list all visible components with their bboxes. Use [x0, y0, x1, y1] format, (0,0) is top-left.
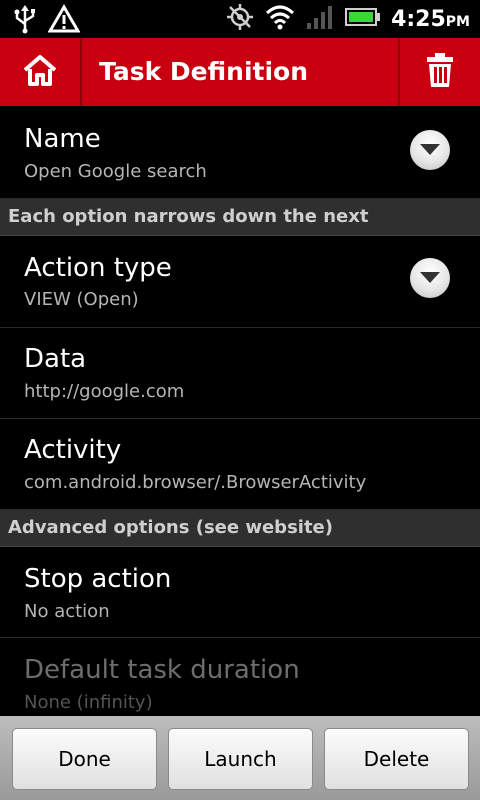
name-row[interactable]: Name Open Google search — [0, 106, 480, 199]
clock-ampm: PM — [445, 13, 470, 30]
stop-action-row[interactable]: Stop action No action — [0, 547, 480, 638]
home-button[interactable] — [0, 38, 80, 106]
stop-action-value: No action — [24, 601, 110, 622]
action-type-dropdown-button[interactable] — [410, 258, 450, 298]
action-type-value: VIEW (Open) — [24, 289, 139, 310]
default-duration-value: None (infinity) — [24, 692, 153, 713]
button-bar: Done Launch Delete — [0, 716, 480, 800]
signal-icon — [305, 4, 335, 34]
status-bar: 4:25PM — [0, 0, 480, 38]
done-button[interactable]: Done — [12, 728, 157, 790]
trash-icon — [425, 52, 455, 92]
data-value: http://google.com — [24, 381, 185, 402]
action-type-row[interactable]: Action type VIEW (Open) — [0, 236, 480, 328]
home-divider — [80, 38, 82, 106]
name-dropdown-button[interactable] — [410, 130, 450, 170]
clock-time: 4:25 — [391, 6, 446, 32]
page-title: Task Definition — [99, 57, 309, 86]
default-duration-label: Default task duration — [24, 655, 300, 685]
home-icon — [22, 53, 58, 91]
section-header-narrows: Each option narrows down the next — [0, 199, 480, 236]
warning-icon — [47, 4, 81, 38]
action-type-label: Action type — [24, 253, 172, 283]
clock: 4:25PM — [391, 7, 470, 32]
usb-icon — [12, 4, 38, 38]
name-label: Name — [24, 124, 101, 154]
task-options-list[interactable]: Name Open Google search Each option narr… — [0, 106, 480, 716]
chevron-down-icon — [419, 141, 441, 160]
notification-icons — [12, 4, 81, 38]
system-icons: 4:25PM — [225, 0, 470, 38]
stop-action-label: Stop action — [24, 564, 172, 594]
data-row[interactable]: Data http://google.com — [0, 328, 480, 419]
launch-button[interactable]: Launch — [168, 728, 313, 790]
chevron-down-icon — [419, 269, 441, 288]
wifi-icon — [265, 3, 295, 35]
activity-label: Activity — [24, 435, 122, 465]
activity-value: com.android.browser/.BrowserActivity — [24, 472, 367, 493]
battery-icon — [345, 6, 381, 32]
data-label: Data — [24, 344, 87, 374]
action-bar: Task Definition — [0, 38, 480, 106]
name-value: Open Google search — [24, 161, 207, 182]
delete-button[interactable]: Delete — [324, 728, 469, 790]
gps-icon — [225, 2, 255, 36]
section-header-advanced: Advanced options (see website) — [0, 510, 480, 547]
activity-row[interactable]: Activity com.android.browser/.BrowserAct… — [0, 419, 480, 510]
default-duration-row: Default task duration None (infinity) — [0, 638, 480, 716]
delete-task-button[interactable] — [400, 38, 480, 106]
